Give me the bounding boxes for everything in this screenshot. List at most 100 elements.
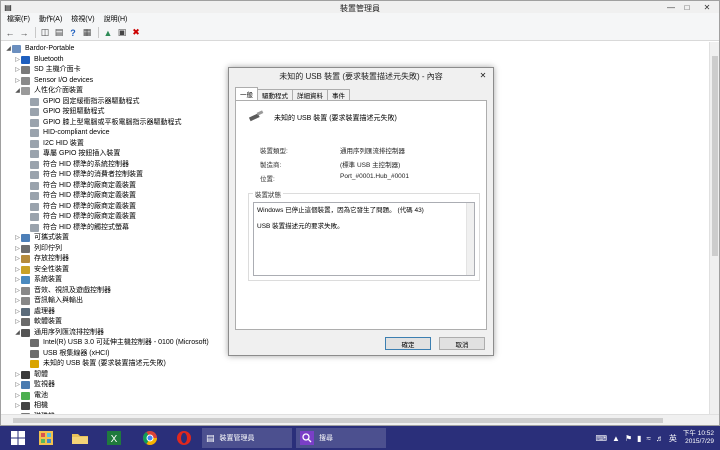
collapse-arrow-icon[interactable]: ◢ — [14, 328, 21, 338]
expand-arrow-icon[interactable]: ▷ — [14, 317, 21, 327]
speaker-icon — [21, 297, 30, 306]
expand-arrow-icon[interactable]: ▷ — [14, 401, 21, 411]
volume-icon[interactable]: ♬ — [656, 434, 664, 443]
hid-device-icon — [30, 213, 39, 222]
taskbar-window-label: 裝置管理員 — [219, 435, 255, 442]
prop-label-manufacturer: 製造商: — [260, 162, 282, 169]
expand-arrow-icon[interactable]: ▷ — [14, 380, 21, 390]
keyboard-icon[interactable]: ⌨ — [595, 434, 607, 443]
ok-button[interactable]: 確定 — [385, 337, 431, 350]
file-explorer-icon[interactable] — [62, 428, 98, 448]
tab-details[interactable]: 詳細資料 — [292, 89, 328, 100]
tree-node-label: 可攜式裝置 — [34, 234, 69, 242]
tree-node-label: GPIO 固定緩衝指示器驅動程式 — [43, 97, 140, 105]
minimize-button[interactable]: — — [663, 1, 679, 13]
device-status-textbox[interactable]: Windows 已停止這個裝置，因為它發生了問題。 (代碼 43) USB 裝置… — [253, 202, 475, 276]
maximize-button[interactable]: □ — [679, 1, 695, 13]
scan-hardware-icon[interactable]: ▣ — [116, 27, 128, 39]
tree-node[interactable]: ▷ 電池 — [1, 391, 709, 402]
show-hidden-icons-icon[interactable]: ▲ — [612, 434, 620, 443]
tree-node-label: 韌體 — [34, 370, 48, 378]
taskbar-search[interactable]: 搜尋 — [296, 428, 386, 448]
expand-arrow-icon[interactable]: ▷ — [14, 76, 21, 86]
taskbar-device-manager[interactable]: ▤ 裝置管理員 — [202, 428, 292, 448]
store-apps-icon[interactable] — [28, 428, 64, 448]
opera-icon[interactable] — [166, 428, 202, 448]
status-line: USB 裝置描述元的要求失敗。 — [257, 223, 344, 230]
flag-icon[interactable]: ⚑ — [625, 434, 632, 443]
expand-arrow-icon[interactable]: ▷ — [14, 391, 21, 401]
expand-arrow-icon[interactable]: ▷ — [14, 370, 21, 380]
console-icon[interactable]: ▦ — [81, 27, 93, 39]
expand-arrow-icon[interactable]: ▷ — [14, 307, 21, 317]
clock-date: 2015/7/29 — [685, 438, 714, 445]
tree-node-label: 音效、視訊及遊戲控制器 — [34, 286, 111, 294]
tree-node[interactable]: ▷ 監視器 — [1, 380, 709, 391]
battery-icon — [21, 391, 30, 400]
wifi-icon[interactable]: ≈ — [647, 434, 651, 443]
menu-view[interactable]: 檢視(V) — [71, 14, 94, 24]
status-scrollbar[interactable] — [466, 203, 474, 275]
tree-node-label: 電池 — [34, 391, 48, 399]
tree-node[interactable]: ▷ 韌體 — [1, 370, 709, 381]
collapse-arrow-icon[interactable]: ◢ — [14, 86, 21, 96]
tree-node-label: 通用序列匯流排控制器 — [34, 328, 104, 336]
horizontal-scrollbar[interactable] — [1, 414, 719, 425]
prop-label-location: 位置: — [260, 176, 275, 183]
device-manager-icon: ▤ — [4, 2, 12, 12]
expand-arrow-icon[interactable]: ▷ — [14, 265, 21, 275]
prop-label-device-type: 裝置類型: — [260, 148, 288, 155]
title-bar: ▤ 裝置管理員 — □ ✕ — [1, 1, 719, 13]
uninstall-icon[interactable]: ✖ — [130, 27, 142, 39]
cancel-button[interactable]: 取消 — [439, 337, 485, 350]
device-status-group: 裝置狀態 Windows 已停止這個裝置，因為它發生了問題。 (代碼 43) U… — [248, 189, 480, 281]
update-driver-icon[interactable]: ▲ — [102, 27, 114, 39]
tree-node[interactable]: ▷ Bluetooth — [1, 55, 709, 66]
expand-arrow-icon[interactable]: ▷ — [14, 254, 21, 264]
tree-node-label: GPIO 按鈕驅動程式 — [43, 108, 105, 116]
tree-node-label: 符合 HID 標準的消費者控制裝置 — [43, 171, 143, 179]
help-icon[interactable]: ? — [67, 27, 79, 39]
clock[interactable]: 下午 10:52 2015/7/29 — [683, 430, 714, 446]
ime-icon[interactable]: 英 — [669, 433, 677, 444]
tree-node-label: GPIO 膝上型電腦或平板電腦指示器驅動程式 — [43, 118, 182, 126]
tab-driver[interactable]: 驅動程式 — [257, 89, 293, 100]
tree-node-label: 列印佇列 — [34, 244, 62, 252]
menu-action[interactable]: 動作(A) — [39, 14, 62, 24]
usb-device-large-icon — [248, 110, 264, 122]
dialog-close-button[interactable]: ✕ — [475, 69, 491, 81]
software-icon — [21, 318, 30, 327]
show-hide-console-tree-icon[interactable]: ◫ — [39, 27, 51, 39]
tree-node-label: Intel(R) USB 3.0 可延伸主機控制器 - 0100 (Micros… — [43, 339, 209, 347]
system-tray: ⌨ ▲ ⚑ ▮ ≈ ♬ 英 下午 10:52 2015/7/29 — [590, 426, 714, 450]
tab-general[interactable]: 一般 — [235, 87, 258, 100]
expand-arrow-icon[interactable]: ▷ — [14, 296, 21, 306]
properties-icon[interactable]: ▤ — [53, 27, 65, 39]
vertical-scrollbar[interactable] — [709, 42, 719, 414]
properties-dialog: 未知的 USB 裝置 (要求裝置描述元失敗) - 內容 ✕ 一般 驅動程式 詳細… — [228, 67, 494, 356]
forward-icon[interactable]: → — [18, 27, 30, 39]
battery-tray-icon[interactable]: ▮ — [637, 434, 641, 443]
tree-node-label: 人性化介面裝置 — [34, 87, 83, 95]
expand-arrow-icon[interactable]: ▷ — [14, 233, 21, 243]
hid-device-icon — [30, 202, 39, 211]
expand-arrow-icon[interactable]: ▷ — [14, 55, 21, 65]
expand-arrow-icon[interactable]: ▷ — [14, 65, 21, 75]
expand-arrow-icon[interactable]: ▷ — [14, 275, 21, 285]
back-icon[interactable]: ← — [4, 27, 16, 39]
usb-device-icon — [30, 349, 39, 358]
tree-node[interactable]: ◢ Bardor-Portable — [1, 44, 709, 55]
collapse-arrow-icon[interactable]: ◢ — [5, 44, 12, 54]
tree-node[interactable]: ▷ 相機 — [1, 401, 709, 412]
excel-icon[interactable]: X — [96, 428, 132, 448]
close-button[interactable]: ✕ — [695, 1, 719, 13]
expand-arrow-icon[interactable]: ▷ — [14, 244, 21, 254]
tree-node[interactable]: 未知的 USB 裝置 (要求裝置描述元失敗) — [1, 359, 709, 370]
hid-device-icon — [30, 223, 39, 232]
tab-events[interactable]: 事件 — [327, 89, 350, 100]
chrome-icon[interactable] — [132, 428, 168, 448]
prop-value-device-type: 通用序列匯流排控制器 — [340, 148, 405, 155]
expand-arrow-icon[interactable]: ▷ — [14, 286, 21, 296]
menu-help[interactable]: 說明(H) — [104, 14, 128, 24]
menu-file[interactable]: 檔案(F) — [7, 14, 30, 24]
